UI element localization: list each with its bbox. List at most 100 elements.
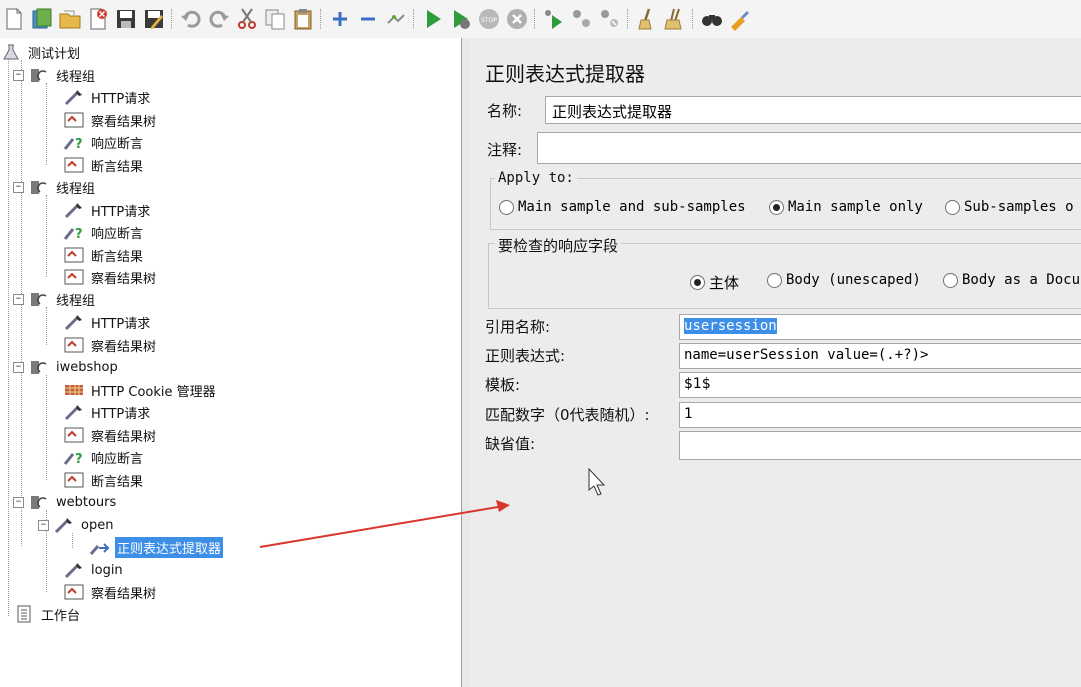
listener-icon (63, 583, 85, 601)
match-no-field[interactable]: 1 (679, 402, 1081, 428)
templates-icon[interactable] (28, 5, 56, 33)
radio-button-selected[interactable] (769, 199, 784, 215)
remote-stop-icon[interactable] (568, 5, 596, 33)
radio-main-and-sub[interactable]: Main sample and sub-samples (499, 199, 746, 215)
toolbar-separator (692, 9, 695, 29)
radio-button[interactable] (945, 199, 960, 215)
collapse-toggle[interactable]: − (13, 361, 24, 373)
tree-node-sampler[interactable]: HTTP请求 (63, 87, 152, 107)
tree-node-thread-group[interactable]: − webtours (13, 492, 118, 512)
thread-group-icon (28, 178, 50, 196)
tree-node-thread-group[interactable]: − iwebshop (13, 357, 120, 377)
clear-all-icon[interactable] (661, 5, 689, 33)
radio-label: Sub-samples o (964, 199, 1074, 215)
listener-icon (63, 426, 85, 444)
tree-node-label: HTTP请求 (91, 204, 151, 220)
svg-text:?: ? (75, 227, 83, 241)
remote-shutdown-icon[interactable] (596, 5, 624, 33)
remote-start-icon[interactable] (540, 5, 568, 33)
template-field[interactable]: $1$ (679, 372, 1081, 398)
radio-button[interactable] (767, 272, 782, 288)
tree-node-regex-extractor[interactable]: 正则表达式提取器 (89, 536, 224, 558)
tree-node-listener[interactable]: 察看结果树 (63, 425, 158, 445)
new-icon[interactable] (0, 5, 28, 33)
radio-body-as-document[interactable]: Body as a Docu (943, 272, 1080, 288)
tree-node-sampler-login[interactable]: login (63, 560, 125, 580)
tree-node-test-plan[interactable]: 测试计划 (0, 42, 82, 62)
collapse-toggle[interactable]: − (13, 496, 24, 508)
tree-node-thread-group[interactable]: − 线程组 (13, 289, 97, 309)
collapse-toggle[interactable]: − (38, 519, 49, 531)
cut-icon[interactable] (233, 5, 261, 33)
open-icon[interactable] (56, 5, 84, 33)
reference-name-label: 引用名称: (485, 318, 551, 336)
tree-node-config[interactable]: HTTP Cookie 管理器 (63, 380, 218, 400)
name-field[interactable]: 正则表达式提取器 (545, 96, 1081, 124)
tree-connector (72, 533, 73, 548)
radio-main-only[interactable]: Main sample only (769, 199, 923, 215)
radio-label: Body as a Docu (962, 272, 1081, 288)
tree-node-listener[interactable]: 察看结果树 (63, 582, 158, 602)
tree-node-listener[interactable]: 察看结果树 (63, 110, 158, 130)
tree-node-label: 响应断言 (91, 451, 144, 467)
tree-node-thread-group[interactable]: − 线程组 (13, 177, 97, 197)
radio-button-selected[interactable] (690, 275, 705, 290)
tree-node-listener[interactable]: 察看结果树 (63, 267, 158, 287)
tree-node-listener[interactable]: 察看结果树 (63, 335, 158, 355)
paste-icon[interactable] (289, 5, 317, 33)
response-field-legend: 要检查的响应字段 (495, 235, 622, 256)
tree-node-label-selected: 正则表达式提取器 (115, 536, 224, 558)
tree-node-assertion[interactable]: ? 响应断言 (63, 132, 145, 152)
collapse-toggle[interactable]: − (13, 181, 24, 193)
radio-label: 主体 (709, 274, 740, 292)
save-as-icon[interactable] (140, 5, 168, 33)
close-icon[interactable] (84, 5, 112, 33)
tree-node-label: 工作台 (41, 608, 81, 624)
search-icon[interactable] (698, 5, 726, 33)
start-no-pauses-icon[interactable] (447, 5, 475, 33)
collapse-icon[interactable] (354, 5, 382, 33)
radio-button[interactable] (499, 199, 514, 215)
match-no-label: 匹配数字（0代表随机）: (485, 406, 650, 424)
workbench-icon (13, 605, 35, 623)
radio-label: Body (unescaped) (786, 272, 921, 288)
radio-label: Main sample and sub-samples (518, 199, 746, 215)
radio-sub-only[interactable]: Sub-samples o (945, 199, 1074, 215)
tree-connector (46, 375, 47, 480)
radio-body-unescaped[interactable]: Body (unescaped) (767, 272, 921, 288)
copy-icon[interactable] (261, 5, 289, 33)
tree-node-sampler[interactable]: HTTP请求 (63, 402, 152, 422)
collapse-toggle[interactable]: − (13, 293, 24, 305)
test-plan-tree: 测试计划 − 线程组 HTTP请求 察看结果树 ? 响应断言 断言结果 − 线程… (0, 38, 461, 687)
tree-node-sampler-open[interactable]: − open (38, 515, 115, 535)
reference-name-field[interactable]: usersession (679, 314, 1081, 340)
regex-field[interactable]: name=userSession value=(.+?)> (679, 343, 1081, 369)
comment-field[interactable] (537, 132, 1081, 164)
tree-node-sampler[interactable]: HTTP请求 (63, 200, 152, 220)
start-icon[interactable] (419, 5, 447, 33)
toolbar: STOP (0, 0, 1081, 39)
pipette-icon (63, 313, 85, 331)
stop-icon[interactable]: STOP (475, 5, 503, 33)
undo-icon[interactable] (177, 5, 205, 33)
tree-node-listener[interactable]: 断言结果 (63, 470, 145, 490)
default-value-field[interactable] (679, 431, 1081, 460)
clear-icon[interactable] (633, 5, 661, 33)
collapse-toggle[interactable]: − (13, 69, 24, 81)
shutdown-icon[interactable] (503, 5, 531, 33)
tree-node-assertion[interactable]: ? 响应断言 (63, 447, 145, 467)
tree-node-workbench[interactable]: 工作台 (13, 604, 82, 624)
tree-node-assertion[interactable]: ? 响应断言 (63, 222, 145, 242)
save-icon[interactable] (112, 5, 140, 33)
tree-node-thread-group[interactable]: − 线程组 (13, 65, 97, 85)
radio-body[interactable]: 主体 (690, 272, 739, 293)
reset-search-icon[interactable] (726, 5, 754, 33)
tree-node-listener[interactable]: 断言结果 (63, 245, 145, 265)
redo-icon[interactable] (205, 5, 233, 33)
radio-button[interactable] (943, 272, 958, 288)
expand-icon[interactable] (326, 5, 354, 33)
toggle-icon[interactable] (382, 5, 410, 33)
tree-node-listener[interactable]: 断言结果 (63, 155, 145, 175)
tree-node-sampler[interactable]: HTTP请求 (63, 312, 152, 332)
tree-node-label: HTTP请求 (91, 316, 151, 332)
